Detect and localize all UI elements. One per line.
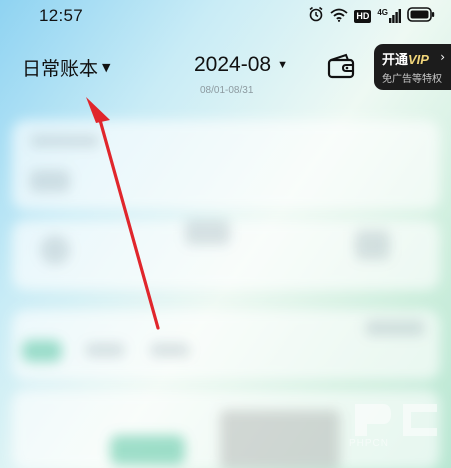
caret-down-icon: ▼ xyxy=(277,59,288,71)
placeholder-block xyxy=(355,230,390,260)
status-icons: HD 4G xyxy=(308,6,435,26)
alarm-icon xyxy=(308,6,324,26)
placeholder-block xyxy=(365,320,425,336)
cellular-4g-icon: 4G xyxy=(377,9,401,23)
wallet-icon[interactable] xyxy=(326,52,356,80)
date-range-label: 08/01-08/31 xyxy=(200,85,254,96)
wifi-icon xyxy=(330,7,348,26)
placeholder-block xyxy=(185,220,230,245)
vip-subtitle: 免广告等特权 xyxy=(382,74,442,85)
month-label: 2024-08 xyxy=(194,53,272,76)
watermark-logo: PHPCN xyxy=(345,392,449,468)
battery-icon xyxy=(407,6,435,26)
vip-upgrade-button[interactable]: 开通VIP › 免广告等特权 xyxy=(374,44,451,90)
placeholder-button xyxy=(110,435,185,465)
placeholder-block xyxy=(150,343,190,357)
app-screen: 12:57 HD 4G 日常账本 ▼ 2024-08 ▼ 08/01-08/31… xyxy=(0,0,451,468)
account-book-selector[interactable]: 日常账本 ▼ xyxy=(22,54,110,81)
chevron-right-icon: › xyxy=(440,50,445,64)
vip-title-prefix: 开通 xyxy=(382,53,409,68)
account-book-label: 日常账本 xyxy=(22,58,99,80)
network-type-label: 4G xyxy=(377,8,388,17)
placeholder-block xyxy=(30,135,100,147)
status-time: 12:57 xyxy=(39,6,84,25)
vip-mark: VIP xyxy=(408,52,429,67)
summary-card xyxy=(12,120,440,210)
vip-title: 开通VIP xyxy=(382,49,429,68)
top-header: 日常账本 ▼ 2024-08 ▼ 08/01-08/31 开通VIP › 免广告… xyxy=(0,38,451,102)
placeholder-block xyxy=(85,343,125,357)
placeholder-block xyxy=(40,235,70,265)
hd-icon: HD xyxy=(354,9,372,23)
watermark-text: PHPCN xyxy=(349,438,390,449)
placeholder-tab xyxy=(22,340,62,362)
status-bar: 12:57 HD 4G xyxy=(0,0,451,32)
caret-down-icon: ▼ xyxy=(102,61,111,74)
placeholder-image xyxy=(220,410,340,468)
month-selector[interactable]: 2024-08 ▼ xyxy=(194,53,288,77)
placeholder-block xyxy=(30,170,70,192)
